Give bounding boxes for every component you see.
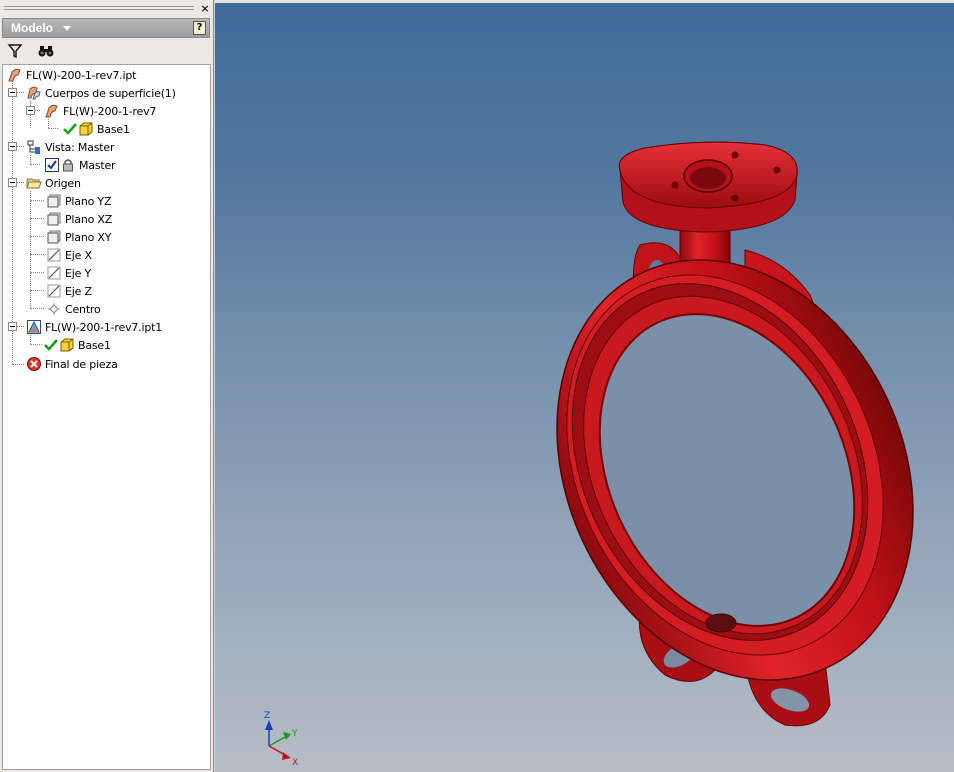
tree-item-axis-x[interactable]: Eje X xyxy=(46,246,92,264)
tree-item-label: Plano XY xyxy=(65,230,112,244)
graphics-viewport[interactable]: Z Y X xyxy=(215,0,954,772)
triad-z-label: Z xyxy=(264,711,270,721)
browser-toolbar xyxy=(2,40,210,62)
tree-item-origin[interactable]: Origen xyxy=(26,174,81,192)
tree-item-label: Final de pieza xyxy=(45,357,118,371)
tree-item-label: FL(W)-200-1-rev7.ipt1 xyxy=(45,320,163,334)
tree-item-label: Centro xyxy=(65,302,101,316)
work-plane-icon xyxy=(46,229,62,245)
triad-y-label: Y xyxy=(291,729,298,739)
tree-item-label: Eje Z xyxy=(65,284,92,298)
base-solid-icon xyxy=(59,337,75,353)
tree-item-label: FL(W)-200-1-rev7.ipt xyxy=(26,68,137,82)
tree-item-center[interactable]: Centro xyxy=(46,300,101,318)
tree-item-label: Plano XZ xyxy=(65,212,113,226)
filter-icon[interactable] xyxy=(6,42,24,60)
tree-item-plane-xy[interactable]: Plano XY xyxy=(46,228,111,246)
tree-item-plane-yz[interactable]: Plano YZ xyxy=(46,192,111,210)
tree-item-plane-xz[interactable]: Plano XZ xyxy=(46,210,112,228)
work-axis-icon xyxy=(46,283,62,299)
tree-item-surface-bodies[interactable]: Cuerpos de superficie(1) xyxy=(26,84,176,102)
tree-item-axis-y[interactable]: Eje Y xyxy=(46,264,91,282)
work-axis-icon xyxy=(46,247,62,263)
expand-toggle[interactable] xyxy=(8,322,17,331)
surface-bodies-icon xyxy=(26,85,42,101)
tree-item-label: Base1 xyxy=(78,338,111,352)
panel-drag-grip[interactable] xyxy=(2,3,194,15)
folder-open-icon xyxy=(26,175,42,191)
triad-x-label: X xyxy=(292,758,298,768)
chevron-down-icon[interactable] xyxy=(63,26,71,31)
browser-title[interactable]: Modelo xyxy=(11,21,53,35)
part-icon xyxy=(44,103,60,119)
model-browser-panel: × Modelo ? FL(W)-200-1-rev7.ipt Cuerpos … xyxy=(0,0,214,772)
butterfly-valve-body-model[interactable] xyxy=(545,140,925,740)
tree-item-derived-part[interactable]: FL(W)-200-1-rev7.ipt1 xyxy=(26,318,162,336)
tree-item-label: Vista: Master xyxy=(45,140,115,154)
view-triad[interactable]: Z Y X xyxy=(255,706,305,768)
tree-item-label: Eje X xyxy=(65,248,92,262)
tree-item-label: FL(W)-200-1-rev7 xyxy=(63,104,157,118)
end-of-part-icon xyxy=(26,356,42,372)
checkbox-checked-icon[interactable] xyxy=(44,157,60,173)
browser-header[interactable]: Modelo ? xyxy=(2,18,210,38)
expand-toggle[interactable] xyxy=(8,88,17,97)
tree-item-label: Origen xyxy=(45,176,81,190)
expand-toggle[interactable] xyxy=(8,178,17,187)
tree-item-view-master[interactable]: Master xyxy=(44,156,116,174)
tree-item-body-base[interactable]: Base1 xyxy=(62,120,130,138)
binoculars-icon[interactable] xyxy=(36,42,56,60)
part-icon xyxy=(7,67,23,83)
lock-icon xyxy=(60,157,76,173)
derived-part-icon xyxy=(26,319,42,335)
tree-item-label: Cuerpos de superficie(1) xyxy=(45,86,176,100)
tree-item-body[interactable]: FL(W)-200-1-rev7 xyxy=(44,102,156,120)
tree-item-label: Plano YZ xyxy=(65,194,112,208)
expand-toggle[interactable] xyxy=(8,142,17,151)
tree-item-label: Base1 xyxy=(97,122,130,136)
work-point-icon xyxy=(46,301,62,317)
tree-item-label: Master xyxy=(79,158,116,172)
help-icon[interactable]: ? xyxy=(193,21,206,35)
checkmark-icon xyxy=(43,337,59,353)
checkmark-icon xyxy=(62,121,78,137)
base-solid-icon xyxy=(78,121,94,137)
tree-item-axis-z[interactable]: Eje Z xyxy=(46,282,92,300)
tree-item-end-of-part[interactable]: Final de pieza xyxy=(26,355,118,373)
expand-toggle[interactable] xyxy=(26,106,35,115)
work-axis-icon xyxy=(46,265,62,281)
tree-item-label: Eje Y xyxy=(65,266,91,280)
tree-item-derived-base[interactable]: Base1 xyxy=(43,336,111,354)
tree-item-root-part[interactable]: FL(W)-200-1-rev7.ipt xyxy=(7,66,136,84)
work-plane-icon xyxy=(46,193,62,209)
panel-close-button[interactable]: × xyxy=(199,3,211,15)
work-plane-icon xyxy=(46,211,62,227)
model-tree[interactable]: FL(W)-200-1-rev7.ipt Cuerpos de superfic… xyxy=(2,64,211,770)
tree-item-view[interactable]: Vista: Master xyxy=(26,138,114,156)
view-rep-icon xyxy=(26,139,42,155)
